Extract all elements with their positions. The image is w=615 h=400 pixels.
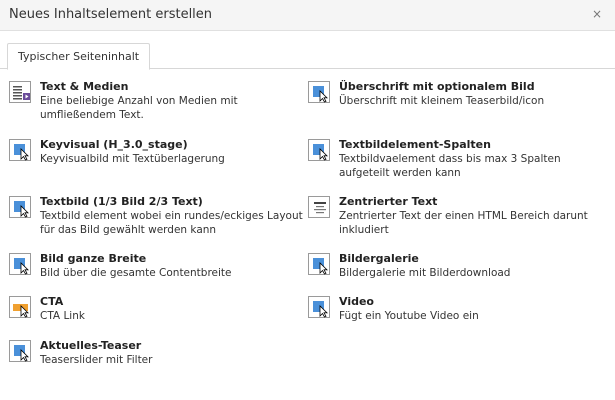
tab-typical-page-content[interactable]: Typischer Seiteninhalt	[7, 43, 151, 70]
image-element-icon	[9, 139, 31, 161]
image-element-icon	[308, 81, 330, 103]
element-description: Textbild element wobei ein rundes/eckige…	[40, 210, 303, 236]
element-description: Bildergalerie mit Bilderdownload	[339, 267, 511, 279]
image-element-icon	[308, 253, 330, 275]
element-title: Video	[339, 295, 374, 308]
centered-text-icon	[308, 196, 330, 218]
new-content-element-dialog: Neues Inhaltselement erstellen × Typisch…	[0, 0, 615, 400]
element-title: Aktuelles-Teaser	[40, 339, 142, 352]
cta-icon	[9, 296, 31, 318]
text-media-icon	[9, 81, 31, 103]
element-description: CTA Link	[40, 310, 85, 322]
element-title: Textbild (1/3 Bild 2/3 Text)	[40, 195, 203, 208]
element-description: Zentrierter Text der einen HTML Bereich …	[339, 210, 588, 236]
element-title: Keyvisual (H_3.0_stage)	[40, 138, 188, 151]
image-element-icon	[308, 139, 330, 161]
element-title: Bildergalerie	[339, 252, 419, 265]
element-description: Teaserslider mit Filter	[40, 354, 153, 366]
element-title: CTA	[40, 295, 64, 308]
image-element-icon	[9, 196, 31, 218]
element-title: Textbildelement-Spalten	[339, 138, 491, 151]
image-element-icon	[308, 296, 330, 318]
dialog-header: Neues Inhaltselement erstellen ×	[0, 0, 615, 31]
element-description: Bild über die gesamte Contentbreite	[40, 267, 232, 279]
element-title: Bild ganze Breite	[40, 252, 147, 265]
image-element-icon	[9, 340, 31, 362]
element-description: Überschrift mit kleinem Teaserbild/icon	[339, 95, 545, 107]
element-description: Fügt ein Youtube Video ein	[339, 310, 479, 322]
element-title: Text & Medien	[40, 80, 129, 93]
element-title: Überschrift mit optionalem Bild	[339, 80, 535, 93]
element-title: Zentrierter Text	[339, 195, 438, 208]
element-description: Eine beliebige Anzahl von Medien mit umf…	[40, 95, 238, 121]
close-icon[interactable]: ×	[592, 7, 602, 21]
tab-bar: Typischer Seiteninhalt	[0, 31, 615, 70]
element-description: Keyvisualbild mit Textüberlagerung	[40, 153, 225, 165]
element-description: Textbildvaelement dass bis max 3 Spalten…	[339, 153, 561, 179]
image-element-icon	[9, 253, 31, 275]
dialog-title: Neues Inhaltselement erstellen	[9, 7, 213, 22]
